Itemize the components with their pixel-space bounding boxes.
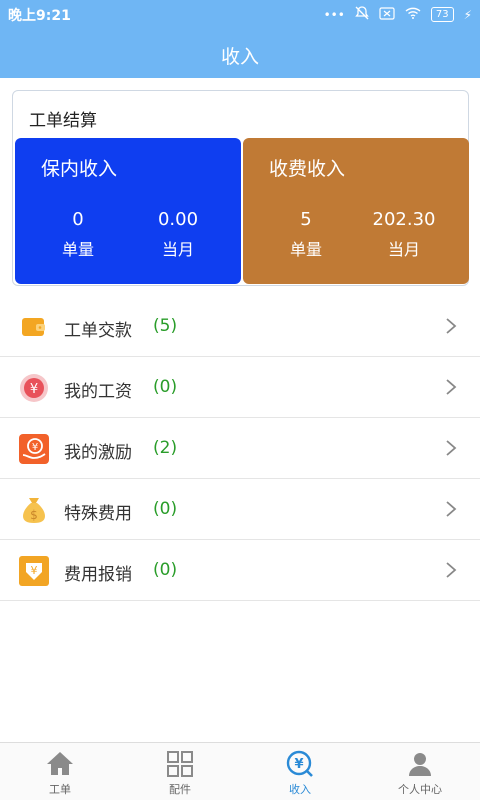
status-bar: 晚上9:21 ••• 73 ⚡ [0,0,480,28]
svg-text:¥: ¥ [31,564,38,577]
warranty-income-tile[interactable]: 保内收入 0 单量 0.00 当月 [15,138,241,284]
nav-tab-income[interactable]: ¥ 收入 [240,743,360,800]
svg-text:¥: ¥ [294,757,303,772]
page-title: 收入 [220,46,259,68]
chevron-right-icon [444,314,458,338]
svg-text:¥: ¥ [30,382,38,397]
income-menu-list: 工单交款 (5) ¥ 我的工资 (0) ¥ 我的激励 (2) $ 特殊费用 (0… [0,296,480,601]
svg-text:¥: ¥ [32,442,38,453]
dots-icon: ••• [323,7,345,22]
paid-income-tile[interactable]: 收费收入 5 单量 202.30 当月 [243,138,469,284]
nav-tab-parts[interactable]: 配件 [120,743,240,800]
card-title: 工单结算 [29,111,97,131]
list-item-label: 我的激励 [64,443,132,463]
nav-tab-work-orders[interactable]: 工单 [0,743,120,800]
reward-icon: ¥ [18,433,50,465]
list-item-label: 费用报销 [64,565,132,585]
nav-label: 配件 [169,783,191,796]
chevron-right-icon [444,436,458,460]
list-item-count: (0) [153,560,178,580]
user-icon [405,749,435,779]
grid-icon [165,749,195,779]
reimbursement-icon: ¥ [18,555,50,587]
yen-coin-icon: ¥ [18,372,50,404]
list-item-count: (0) [153,499,178,519]
monthly-value: 202.30 [372,209,436,230]
list-item-label: 特殊费用 [64,504,132,524]
list-item-label: 工单交款 [64,321,132,341]
status-time: 晚上9:21 [8,8,71,24]
money-bag-icon: $ [18,494,50,526]
bottom-nav: 工单 配件 ¥ 收入 个人中心 [0,742,480,800]
list-item-order-payment[interactable]: 工单交款 (5) [0,296,480,357]
chevron-right-icon [444,558,458,582]
list-item-count: (0) [153,377,178,397]
order-count-value: 0 [72,209,84,230]
nav-label: 工单 [49,783,71,796]
battery-icon: 73 [430,7,454,22]
order-count-value: 5 [300,209,312,230]
chevron-right-icon [444,375,458,399]
mute-bell-icon [355,6,369,23]
app-header: 晚上9:21 ••• 73 ⚡ 收入 [0,0,480,78]
wifi-icon [405,7,421,22]
chevron-right-icon [444,497,458,521]
settlement-card: 工单结算 保内收入 0 单量 0.00 当月 收费收入 5 单量 202.30 … [12,90,469,286]
status-icons: ••• 73 ⚡ [324,6,472,23]
sim-off-icon [379,6,395,23]
svg-text:$: $ [30,508,38,522]
list-item-expense-reimbursement[interactable]: ¥ 费用报销 (0) [0,540,480,601]
nav-tab-profile[interactable]: 个人中心 [360,743,480,800]
nav-label: 个人中心 [398,783,442,796]
home-icon [45,749,75,779]
income-icon: ¥ [285,749,315,779]
list-item-my-reward[interactable]: ¥ 我的激励 (2) [0,418,480,479]
nav-label: 收入 [289,783,311,796]
tile-title: 收费收入 [269,158,346,180]
monthly-label: 当月 [387,240,420,259]
monthly-value: 0.00 [157,209,199,230]
list-item-special-fees[interactable]: $ 特殊费用 (0) [0,479,480,540]
monthly-label: 当月 [161,240,194,259]
list-item-my-salary[interactable]: ¥ 我的工资 (0) [0,357,480,418]
charging-icon: ⚡ [463,7,472,22]
order-count-label: 单量 [61,240,94,259]
list-item-count: (5) [153,316,178,336]
list-item-label: 我的工资 [64,382,132,402]
list-item-count: (2) [153,438,178,458]
order-count-label: 单量 [289,240,322,259]
wallet-icon [18,311,50,343]
tile-title: 保内收入 [41,158,118,180]
